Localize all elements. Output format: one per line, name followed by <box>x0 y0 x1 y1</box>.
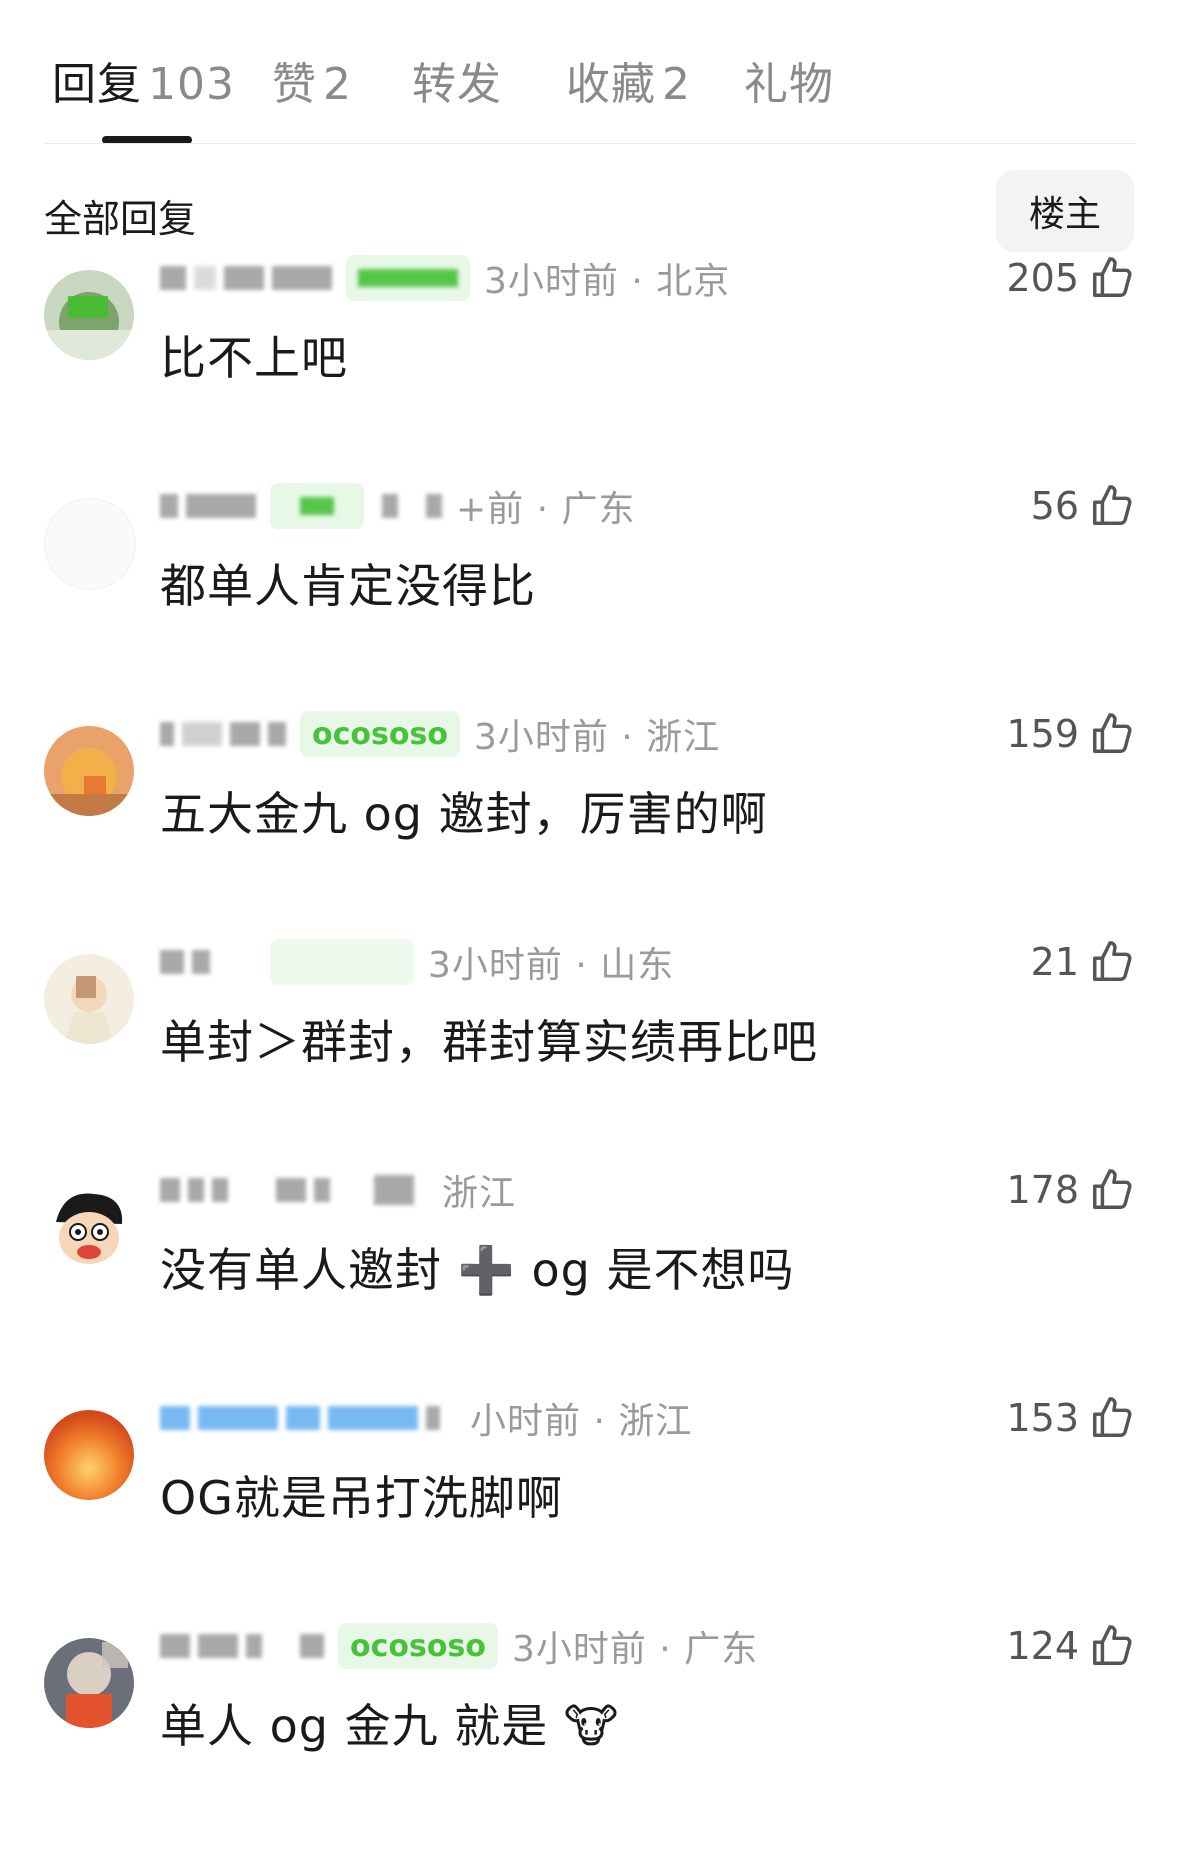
comment-text: 都单人肯定没得比 <box>160 559 536 613</box>
like-count: 56 <box>1030 484 1079 528</box>
tab-bar: 回复 103 赞2 转发 收藏 2 礼物 <box>0 0 1179 144</box>
tab-favorites-label: 收藏 <box>566 59 656 110</box>
user-badge <box>346 255 470 301</box>
like-count: 153 <box>1006 1396 1079 1440</box>
username-blurred-extra <box>382 486 442 526</box>
username-blurred[interactable] <box>160 1626 324 1666</box>
like-count: 21 <box>1030 940 1079 984</box>
comment-item: 浙江 178 没有单人邀封 ➕ og 是不想吗 <box>0 1134 1179 1362</box>
thumbs-up-icon <box>1093 941 1132 981</box>
tab-replies-count: 103 <box>148 59 235 110</box>
user-badge: ocososo <box>300 711 460 757</box>
comment-meta: +前 · 广东 <box>456 489 636 530</box>
comment-text: 单封＞群封，群封算实绩再比吧 <box>160 1015 818 1069</box>
user-badge <box>270 483 364 529</box>
comment-meta: 3小时前 · 山东 <box>428 945 675 986</box>
comment-meta: 小时前 · 浙江 <box>470 1401 693 1442</box>
divider <box>44 143 1135 144</box>
user-badge-label: ocososo <box>350 1628 486 1664</box>
like-button[interactable]: 153 <box>1006 1392 1135 1444</box>
tab-likes[interactable]: 赞2 <box>272 48 352 112</box>
like-button[interactable]: 124 <box>1006 1620 1135 1672</box>
like-count: 124 <box>1006 1624 1079 1668</box>
comment-meta: 3小时前 · 广东 <box>511 1629 759 1670</box>
username-blurred[interactable] <box>160 714 286 754</box>
tab-gifts[interactable]: 礼物 <box>744 48 834 112</box>
comment-header: ocososo 3小时前 · 广东 <box>160 1620 758 1672</box>
tab-favorites-count: 2 <box>662 59 691 110</box>
comment-meta: 浙江 <box>442 1173 517 1214</box>
like-button[interactable]: 205 <box>1006 252 1135 304</box>
tab-gifts-label: 礼物 <box>744 59 834 110</box>
comment-item: 3小时前 · 山东 21 单封＞群封，群封算实绩再比吧 <box>0 906 1179 1134</box>
comment-header: ocososo 3小时前 · 浙江 <box>160 708 720 760</box>
tab-replies-label: 回复 <box>52 59 142 110</box>
user-badge-label: ocososo <box>312 716 448 752</box>
comment-item: ocososo 3小时前 · 广东 124 单人 og 金九 就是 🐮 <box>0 1590 1179 1818</box>
avatar[interactable] <box>44 1410 134 1500</box>
user-badge <box>270 939 414 985</box>
thumbs-up-icon <box>1093 713 1132 753</box>
tab-reposts-label: 转发 <box>412 59 502 110</box>
avatar[interactable] <box>44 1638 134 1728</box>
comment-meta: 3小时前 · 北京 <box>484 261 731 302</box>
comment-text: 比不上吧 <box>160 331 348 385</box>
username-blurred[interactable] <box>160 1170 330 1210</box>
comment-header: 3小时前 · 山东 <box>160 936 674 988</box>
tab-replies[interactable]: 回复 103 <box>52 48 235 112</box>
like-count: 205 <box>1006 256 1079 300</box>
comment-item: +前 · 广东 56 都单人肯定没得比 <box>0 450 1179 678</box>
comment-text: 没有单人邀封 ➕ og 是不想吗 <box>160 1243 795 1297</box>
thumbs-up-icon <box>1093 1625 1132 1665</box>
thumbs-up-icon <box>1093 1169 1132 1209</box>
avatar[interactable] <box>44 726 134 816</box>
comment-header: 3小时前 · 北京 <box>160 252 730 304</box>
comment-meta: 3小时前 · 浙江 <box>473 717 721 758</box>
tab-favorites[interactable]: 收藏 2 <box>566 48 691 112</box>
comment-item: 小时前 · 浙江 153 OG就是吊打洗脚啊 <box>0 1362 1179 1590</box>
username-blurred[interactable] <box>160 486 256 526</box>
like-count: 159 <box>1006 712 1079 756</box>
like-button[interactable]: 21 <box>1031 936 1135 988</box>
avatar[interactable] <box>44 1182 134 1272</box>
username-blurred-extra <box>374 1170 414 1210</box>
comment-header: 小时前 · 浙江 <box>160 1392 692 1444</box>
comment-text: OG就是吊打洗脚啊 <box>160 1471 563 1525</box>
tab-reposts[interactable]: 转发 <box>412 48 502 112</box>
thumbs-up-icon <box>1093 257 1132 297</box>
comment-text: 单人 og 金九 就是 🐮 <box>160 1699 620 1753</box>
username-blurred[interactable] <box>160 1398 440 1438</box>
thumbs-up-icon <box>1093 485 1132 525</box>
thumbs-up-icon <box>1093 1397 1132 1437</box>
like-count: 178 <box>1006 1168 1079 1212</box>
comment-header: 浙江 <box>160 1164 516 1216</box>
username-blurred[interactable] <box>160 258 332 298</box>
comment-header: +前 · 广东 <box>160 480 636 532</box>
like-button[interactable]: 56 <box>1031 480 1135 532</box>
username-blurred[interactable] <box>160 942 210 982</box>
tab-likes-count: 2 <box>323 59 352 110</box>
avatar[interactable] <box>44 270 134 360</box>
tab-likes-label: 赞 <box>272 59 317 110</box>
comment-item: 3小时前 · 北京 205 比不上吧 <box>0 222 1179 450</box>
comment-text: 五大金九 og 邀封，厉害的啊 <box>160 787 768 841</box>
comment-item: ocososo 3小时前 · 浙江 159 五大金九 og 邀封，厉害的啊 <box>0 678 1179 906</box>
user-badge: ocososo <box>338 1623 498 1669</box>
like-button[interactable]: 178 <box>1006 1164 1135 1216</box>
avatar[interactable] <box>44 954 134 1044</box>
like-button[interactable]: 159 <box>1006 708 1135 760</box>
avatar[interactable] <box>44 498 136 590</box>
